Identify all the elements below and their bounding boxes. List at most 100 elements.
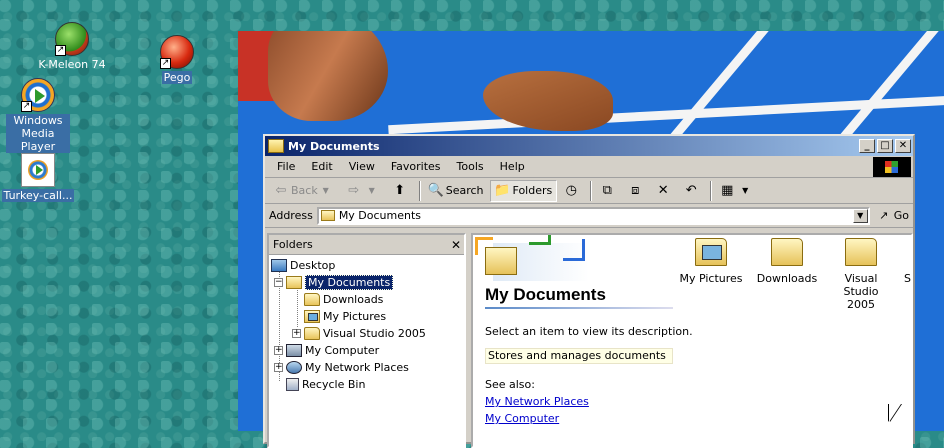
move-to-icon: ⧉ [602, 183, 612, 198]
expand-icon[interactable]: + [274, 346, 283, 355]
tree-node-my-network-places[interactable]: + My Network Places [269, 359, 464, 376]
tree-node-label: Visual Studio 2005 [323, 327, 426, 340]
undo-icon: ↶ [685, 183, 697, 198]
views-button[interactable]: ▦ ▼ [715, 181, 759, 201]
details-title: My Documents [485, 285, 606, 304]
my-documents-icon [268, 139, 284, 153]
maximize-button[interactable]: □ [877, 139, 893, 153]
move-to-button[interactable]: ⧉ [595, 181, 621, 201]
computer-icon [286, 344, 302, 357]
folder-banner [473, 235, 593, 281]
item-partial[interactable]: S [871, 238, 911, 285]
close-button[interactable]: ✕ [895, 139, 911, 153]
window-title: My Documents [288, 139, 380, 153]
delete-icon: ✕ [657, 183, 669, 198]
menu-file[interactable]: File [269, 158, 303, 175]
explorer-window[interactable]: My Documents _ □ ✕ File Edit View Favori… [263, 134, 915, 448]
k-meleon-icon: ↗ [55, 22, 89, 56]
folders-pane-header: Folders ✕ [269, 235, 464, 255]
back-arrow-icon: ⇦ [275, 183, 287, 198]
tree-node-desktop[interactable]: Desktop [269, 257, 464, 274]
content-pane: My Documents Select an item to view its … [471, 233, 913, 448]
desktop-icon-label: Windows Media Player [6, 114, 70, 153]
desktop-icon [271, 259, 287, 272]
toolbar-separator [418, 180, 421, 201]
item-my-pictures[interactable]: My Pictures [673, 238, 749, 285]
menu-edit[interactable]: Edit [303, 158, 340, 175]
windows-logo-icon [873, 157, 911, 177]
desktop-icon-k-meleon[interactable]: ↗ K-Meleon 74 [34, 22, 110, 71]
see-also-label: See also: [485, 378, 535, 391]
desktop-icon-label: K-Meleon 74 [38, 58, 106, 71]
link-my-computer[interactable]: My Computer [485, 412, 559, 425]
menu-help[interactable]: Help [492, 158, 533, 175]
details-description: Stores and manages documents [485, 348, 673, 364]
recycle-bin-icon [286, 378, 299, 391]
details-prompt: Select an item to view its description. [485, 325, 693, 338]
address-dropdown-button[interactable]: ▼ [852, 208, 868, 223]
address-value: My Documents [338, 209, 422, 222]
item-name: Downloads [756, 272, 818, 285]
tree-node-my-documents[interactable]: − My Documents [269, 274, 464, 291]
collapse-icon[interactable]: − [274, 278, 283, 287]
history-button[interactable]: ◷ [559, 181, 585, 201]
tree-node-label: My Pictures [323, 310, 387, 323]
close-pane-icon[interactable]: ✕ [448, 238, 464, 252]
forward-button[interactable]: ⇨ ▼ [342, 181, 386, 201]
toolbar-separator [710, 180, 713, 201]
tree-node-label: My Documents [305, 275, 394, 290]
pego-icon: ↗ [160, 35, 194, 69]
expand-icon[interactable]: + [292, 329, 301, 338]
item-name: My Pictures [679, 272, 743, 285]
expand-icon[interactable]: + [274, 363, 283, 372]
address-input[interactable]: My Documents ▼ [316, 206, 870, 225]
tree-node-label: My Network Places [305, 361, 409, 374]
windows-media-player-icon: ↗ [21, 78, 55, 112]
go-label: Go [893, 209, 909, 222]
folders-button[interactable]: 📁 Folders [489, 179, 558, 202]
folder-icon [771, 238, 803, 266]
folder-icon [304, 327, 320, 340]
address-label: Address [269, 209, 313, 222]
tree-node-label: Downloads [323, 293, 384, 306]
link-my-network-places[interactable]: My Network Places [485, 395, 589, 408]
my-documents-icon [320, 210, 335, 221]
details-divider [485, 307, 673, 309]
undo-button[interactable]: ↶ [679, 181, 705, 201]
search-label: Search [445, 184, 484, 197]
network-icon [286, 361, 302, 374]
mouse-cursor-icon [889, 404, 901, 422]
tree-node-downloads[interactable]: Downloads [269, 291, 464, 308]
history-icon: ◷ [565, 183, 577, 198]
tree-node-visual-studio-2005[interactable]: + Visual Studio 2005 [269, 325, 464, 342]
tree-node-my-pictures[interactable]: My Pictures [269, 308, 464, 325]
back-button[interactable]: ⇦ Back ▼ [269, 181, 340, 201]
up-folder-button[interactable]: ⬆ [388, 181, 414, 201]
dropdown-arrow-icon: ▼ [368, 186, 375, 195]
search-button[interactable]: 🔍 Search [424, 181, 488, 201]
go-button[interactable]: ↗ Go [876, 208, 909, 224]
desktop-icon-label: Pego [161, 71, 193, 84]
tree-node-my-computer[interactable]: + My Computer [269, 342, 464, 359]
tree-node-label: My Computer [305, 344, 380, 357]
media-file-icon [21, 153, 55, 187]
menu-view[interactable]: View [341, 158, 383, 175]
desktop-icon-pego[interactable]: ↗ Pego [139, 35, 215, 84]
desktop-icon-turkey-call[interactable]: Turkey-call... [0, 153, 76, 202]
menu-favorites[interactable]: Favorites [383, 158, 449, 175]
item-downloads[interactable]: Downloads [749, 238, 825, 285]
minimize-button[interactable]: _ [859, 139, 875, 153]
menu-bar: File Edit View Favorites Tools Help [265, 156, 913, 178]
title-bar[interactable]: My Documents _ □ ✕ [265, 136, 913, 156]
copy-to-button[interactable]: ⧈ [623, 181, 649, 201]
toolbar-separator [590, 180, 593, 201]
copy-to-icon: ⧈ [631, 183, 640, 198]
my-documents-icon [485, 247, 517, 275]
delete-button[interactable]: ✕ [651, 181, 677, 201]
item-name: S [904, 272, 911, 285]
desktop-icon-label: Turkey-call... [1, 189, 75, 202]
folders-pane-title: Folders [273, 238, 313, 251]
menu-tools[interactable]: Tools [449, 158, 492, 175]
tree-node-recycle-bin[interactable]: Recycle Bin [269, 376, 464, 393]
desktop-icon-windows-media-player[interactable]: ↗ Windows Media Player [0, 78, 76, 153]
